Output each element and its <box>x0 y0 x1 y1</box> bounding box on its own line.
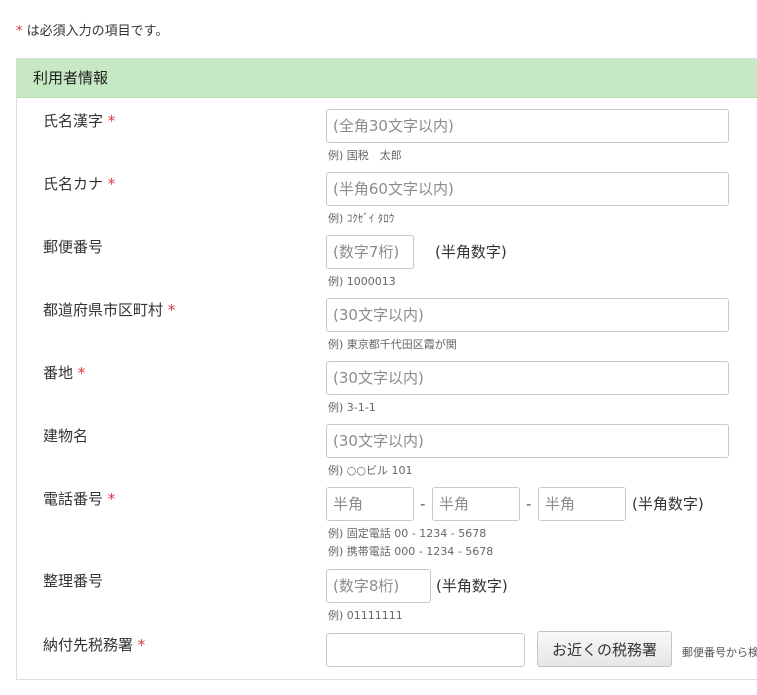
phone-part2-input[interactable] <box>432 487 520 521</box>
phone-label: 電話番号 * <box>43 488 115 509</box>
tax-office-input[interactable] <box>326 633 525 667</box>
required-mark: * <box>107 490 116 508</box>
phone-label-text: 電話番号 <box>43 490 104 508</box>
required-mark: * <box>77 364 86 382</box>
street-input[interactable] <box>326 361 729 395</box>
nearby-tax-office-button[interactable]: お近くの税務署 <box>537 631 673 667</box>
required-mark: * <box>137 636 146 654</box>
reference-number-input[interactable] <box>326 569 431 603</box>
postal-code-example: 例) 1000013 <box>328 275 396 288</box>
name-kana-label-text: 氏名カナ <box>43 175 104 193</box>
building-label: 建物名 <box>43 425 88 446</box>
tax-office-label: 納付先税務署 * <box>43 634 145 655</box>
phone-suffix: (半角数字) <box>632 495 704 513</box>
postal-code-label: 郵便番号 <box>43 236 103 257</box>
name-kanji-label: 氏名漢字 * <box>43 110 115 131</box>
name-kanji-input[interactable] <box>326 109 729 143</box>
required-mark: * <box>107 112 116 130</box>
name-kana-example: 例) ｺｸｾﾞｲ ﾀﾛｳ <box>328 212 395 225</box>
name-kana-label: 氏名カナ * <box>43 173 115 194</box>
prefecture-city-label-text: 都道府県市区町村 <box>43 301 164 319</box>
reference-number-example: 例) 01111111 <box>328 609 403 622</box>
street-label: 番地 * <box>43 362 85 383</box>
building-label-text: 建物名 <box>43 427 89 445</box>
street-example: 例) 3-1-1 <box>328 401 376 414</box>
tax-office-label-text: 納付先税務署 <box>43 636 134 654</box>
postal-code-input[interactable] <box>326 235 414 269</box>
phone-separator: - <box>420 495 426 513</box>
user-info-panel: 利用者情報 氏名漢字 * 例) 国税 太郎 氏名カナ * 例) ｺｸｾﾞｲ ﾀﾛ… <box>16 58 757 680</box>
building-input[interactable] <box>326 424 729 458</box>
name-kana-input[interactable] <box>326 172 729 206</box>
required-notice: * は必須入力の項目です。 <box>16 20 168 39</box>
building-example: 例) ○○ビル 101 <box>328 464 413 477</box>
postal-code-label-text: 郵便番号 <box>43 238 104 256</box>
prefecture-city-label: 都道府県市区町村 * <box>43 299 175 320</box>
name-kanji-label-text: 氏名漢字 <box>43 112 104 130</box>
phone-separator: - <box>526 495 532 513</box>
required-mark: * <box>167 301 176 319</box>
street-label-text: 番地 <box>43 364 74 382</box>
tax-office-postal-search-note: 郵便番号から検 <box>682 646 757 659</box>
required-mark: * <box>107 175 116 193</box>
postal-code-suffix: (半角数字) <box>435 243 507 261</box>
reference-number-label: 整理番号 <box>43 570 103 591</box>
phone-example-landline: 例) 固定電話 00 - 1234 - 5678 <box>328 527 487 540</box>
name-kanji-example: 例) 国税 太郎 <box>328 149 402 162</box>
prefecture-city-example: 例) 東京都千代田区霞が関 <box>328 338 457 351</box>
phone-part3-input[interactable] <box>538 487 626 521</box>
phone-part1-input[interactable] <box>326 487 414 521</box>
phone-example-mobile: 例) 携帯電話 000 - 1234 - 5678 <box>328 545 494 558</box>
reference-number-label-text: 整理番号 <box>43 572 104 590</box>
reference-number-suffix: (半角数字) <box>436 577 508 595</box>
required-notice-text: は必須入力の項目です。 <box>22 24 169 39</box>
section-title: 利用者情報 <box>17 59 757 98</box>
prefecture-city-input[interactable] <box>326 298 729 332</box>
